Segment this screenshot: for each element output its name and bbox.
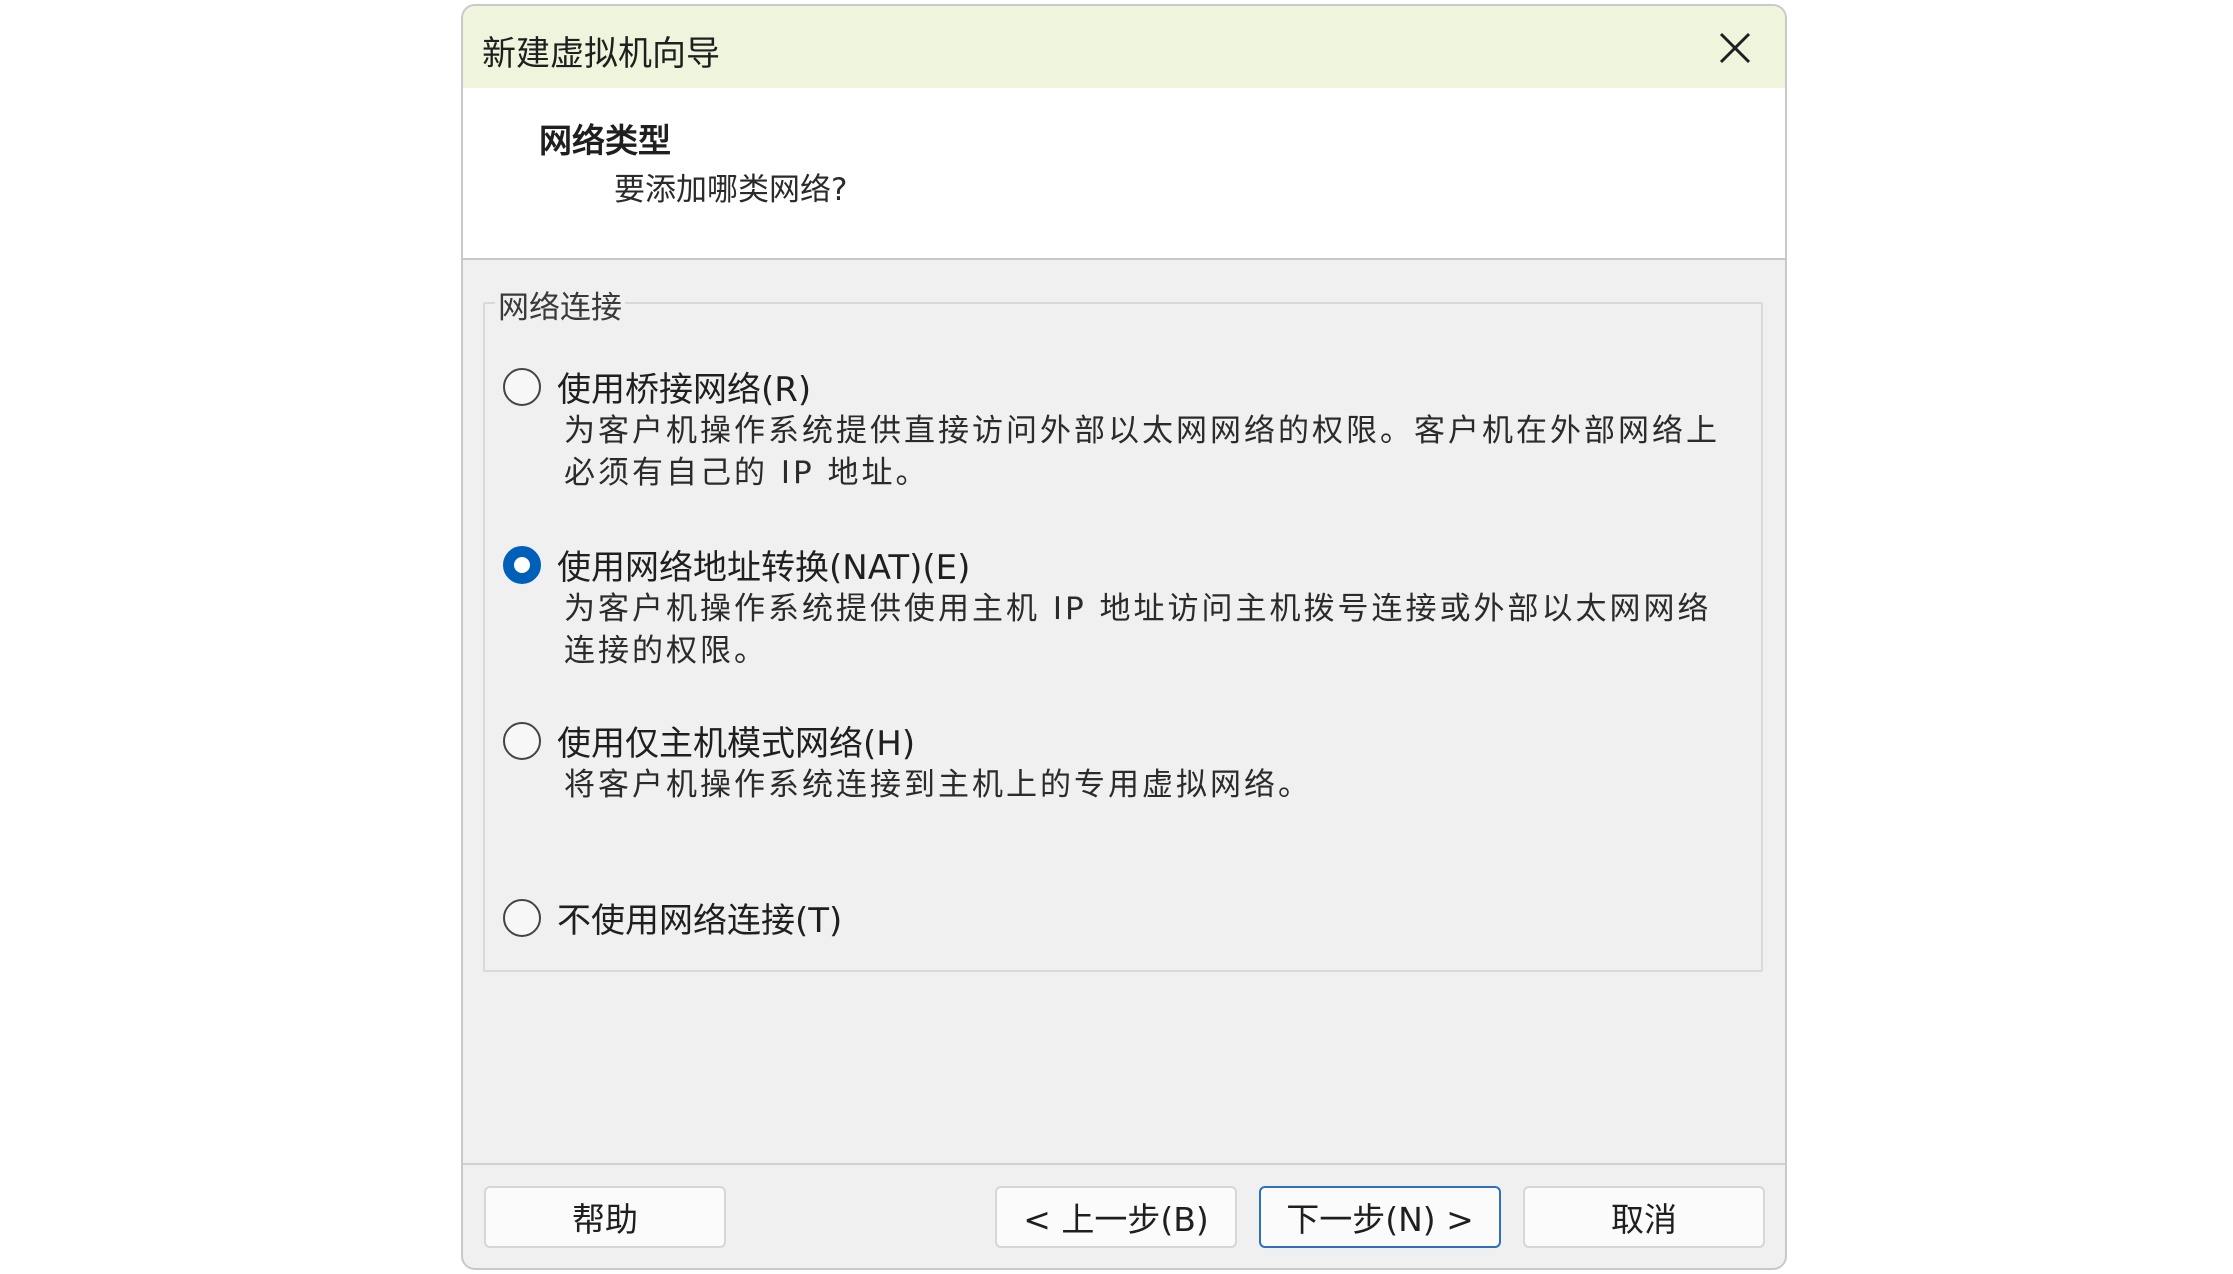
close-button[interactable] bbox=[1715, 28, 1755, 68]
new-vm-wizard-dialog: 新建虚拟机向导 网络类型 要添加哪类网络? 网络连接 使用桥接网络(R) 为客户… bbox=[461, 4, 1787, 1270]
radio-host-only[interactable] bbox=[503, 722, 541, 760]
radio-nat[interactable] bbox=[503, 546, 541, 584]
radio-bridged[interactable] bbox=[503, 368, 541, 406]
option-desc-host-only: 将客户机操作系统连接到主机上的专用虚拟网络。 bbox=[564, 767, 1312, 803]
help-button[interactable]: 帮助 bbox=[484, 1186, 726, 1248]
title-bar: 新建虚拟机向导 bbox=[463, 6, 1785, 88]
group-label: 网络连接 bbox=[495, 282, 625, 327]
option-label-no-network[interactable]: 不使用网络连接(T) bbox=[557, 893, 842, 942]
next-button[interactable]: 下一步(N) > bbox=[1259, 1186, 1501, 1248]
close-icon bbox=[1719, 32, 1751, 64]
cancel-button[interactable]: 取消 bbox=[1523, 1186, 1765, 1248]
option-label-host-only[interactable]: 使用仅主机模式网络(H) bbox=[557, 716, 915, 765]
wizard-header: 网络类型 要添加哪类网络? bbox=[463, 88, 1785, 260]
page-subtitle: 要添加哪类网络? bbox=[614, 172, 848, 208]
page-title: 网络类型 bbox=[539, 121, 671, 160]
option-desc-bridged: 为客户机操作系统提供直接访问外部以太网网络的权限。客户机在外部网络上必须有自己的… bbox=[564, 413, 1720, 491]
back-button[interactable]: < 上一步(B) bbox=[995, 1186, 1237, 1248]
window-title: 新建虚拟机向导 bbox=[482, 34, 720, 74]
option-label-nat[interactable]: 使用网络地址转换(NAT)(E) bbox=[557, 540, 970, 589]
option-desc-nat: 为客户机操作系统提供使用主机 IP 地址访问主机拨号连接或外部以太网网络连接的权… bbox=[564, 591, 1712, 669]
option-label-bridged[interactable]: 使用桥接网络(R) bbox=[557, 362, 811, 411]
footer-divider bbox=[463, 1163, 1785, 1165]
radio-no-network[interactable] bbox=[503, 899, 541, 937]
